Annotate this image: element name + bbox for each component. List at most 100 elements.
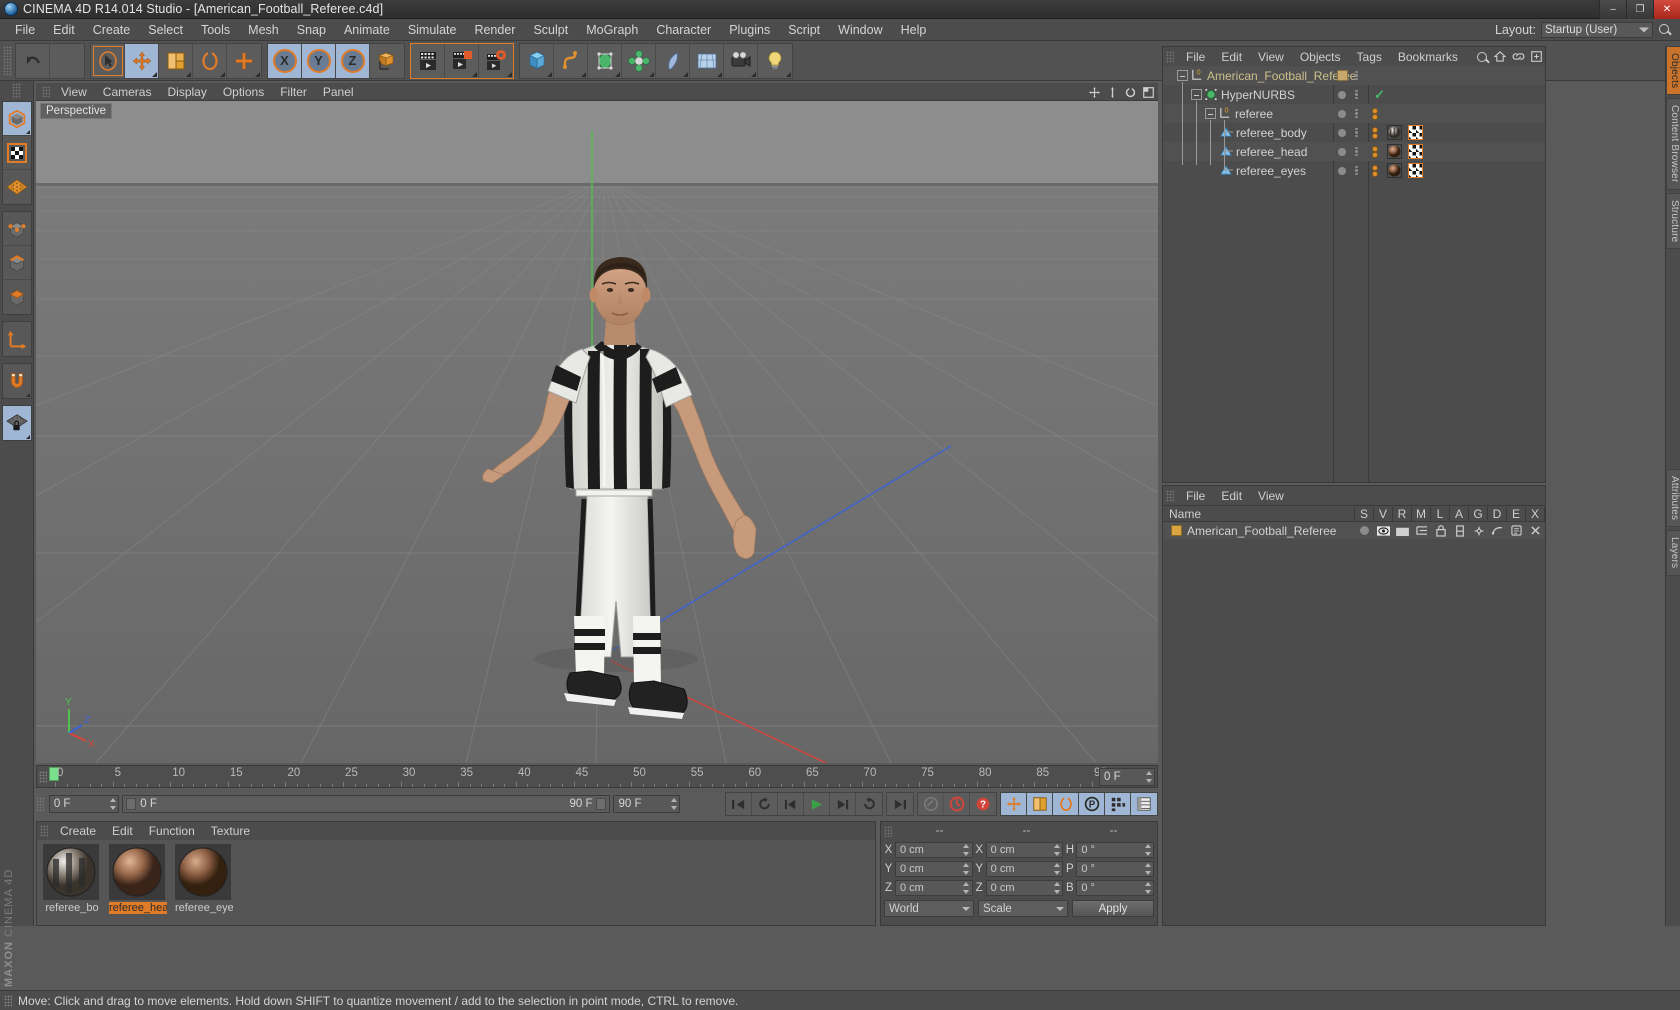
layer-column-a[interactable]: A — [1450, 506, 1469, 521]
key-scale-icon[interactable] — [1027, 793, 1053, 815]
material-thumbnail[interactable] — [175, 844, 231, 900]
layer-menu-edit[interactable]: Edit — [1213, 488, 1250, 504]
dock-tab-objects[interactable]: Objects — [1666, 46, 1680, 96]
layer-column-m[interactable]: M — [1412, 506, 1431, 521]
object-dots-icon[interactable] — [1355, 108, 1358, 119]
rotation-h-field[interactable]: 0 ° — [1076, 841, 1155, 858]
workplane-lock-icon[interactable] — [2, 406, 31, 440]
menu-animate[interactable]: Animate — [335, 21, 399, 39]
layer-solo-cell[interactable] — [1355, 526, 1374, 535]
max-frame-field[interactable]: 90 F — [613, 795, 680, 813]
viewport-menu-filter[interactable]: Filter — [272, 84, 315, 100]
uvw-tag-icon[interactable] — [1408, 163, 1423, 178]
object-tag-dots-icon[interactable] — [1372, 164, 1378, 177]
render-view-icon[interactable] — [411, 43, 445, 78]
viewport-menu-cameras[interactable]: Cameras — [95, 84, 160, 100]
expander-minus-icon[interactable] — [1205, 108, 1216, 119]
pan-view-icon[interactable] — [1089, 86, 1100, 98]
object-visibility-dot[interactable] — [1338, 90, 1346, 99]
material-menu-create[interactable]: Create — [52, 823, 104, 839]
viewport-menu-view[interactable]: View — [53, 84, 95, 100]
model-mode-icon[interactable] — [2, 102, 31, 136]
maximize-view-icon[interactable] — [1143, 86, 1154, 98]
material-menu-function[interactable]: Function — [141, 823, 203, 839]
points-mode-icon[interactable] — [2, 212, 31, 246]
object-row[interactable]: HyperNURBS ✓ — [1163, 85, 1545, 104]
key-position-icon[interactable] — [1001, 793, 1027, 815]
move-icon[interactable] — [125, 43, 159, 78]
material-thumbnail[interactable] — [109, 844, 165, 900]
timeline-grip[interactable] — [39, 771, 47, 783]
axis-z-icon[interactable]: Z — [336, 43, 370, 78]
object-tag-dots-icon[interactable] — [1372, 145, 1378, 158]
menu-character[interactable]: Character — [647, 21, 720, 39]
material-menu-texture[interactable]: Texture — [203, 823, 258, 839]
camera-icon[interactable] — [724, 43, 758, 78]
menu-simulate[interactable]: Simulate — [399, 21, 466, 39]
material-swatch[interactable]: referee_bo — [43, 844, 101, 925]
floor-environment-icon[interactable] — [690, 43, 724, 78]
link-icon[interactable] — [1512, 52, 1525, 61]
apply-button[interactable]: Apply — [1072, 900, 1154, 917]
object-visibility-dot[interactable] — [1338, 147, 1346, 156]
object-menu-tags[interactable]: Tags — [1349, 49, 1390, 65]
max-frame-stepper[interactable] — [670, 798, 677, 810]
expand-icon[interactable] — [1531, 51, 1542, 62]
dock-tab-layers[interactable]: Layers — [1666, 530, 1680, 576]
bend-deformer-icon[interactable] — [656, 43, 690, 78]
light-icon[interactable] — [758, 43, 792, 78]
rotation-p-field[interactable]: 0 ° — [1076, 860, 1155, 877]
axis-world-icon[interactable] — [2, 322, 31, 356]
perspective-viewport[interactable]: Y Z X — [36, 101, 1158, 763]
object-menu-file[interactable]: File — [1178, 49, 1213, 65]
timeline-frame-field[interactable]: 0 F — [1099, 768, 1155, 786]
close-button[interactable]: ✕ — [1653, 0, 1680, 19]
play-reverse-loop-icon[interactable] — [752, 793, 778, 815]
object-row[interactable]: 0 American_Football_Referee — [1163, 66, 1545, 85]
layer-render-cell[interactable] — [1393, 525, 1412, 536]
material-thumbnail[interactable] — [43, 844, 99, 900]
object-tree[interactable]: 0 American_Football_Referee HyperNURBS ✓ — [1163, 66, 1545, 482]
layer-visible-cell[interactable] — [1374, 525, 1393, 536]
search-icon[interactable] — [1476, 51, 1488, 63]
menu-render[interactable]: Render — [465, 21, 524, 39]
array-generator-icon[interactable] — [622, 43, 656, 78]
keyframe-selection-icon[interactable]: ? — [970, 793, 996, 815]
layer-column-x[interactable]: X — [1526, 506, 1545, 521]
layer-color-swatch[interactable] — [1171, 525, 1182, 536]
transform-mode-dropdown[interactable]: Scale — [978, 900, 1068, 917]
rotation-b-stepper[interactable] — [1144, 881, 1151, 894]
layer-column-v[interactable]: V — [1374, 506, 1393, 521]
layer-column-l[interactable]: L — [1431, 506, 1450, 521]
axis-y-icon[interactable]: Y — [302, 43, 336, 78]
object-dots-icon[interactable] — [1355, 70, 1358, 81]
magnet-snap-icon[interactable] — [2, 364, 31, 398]
position-x-stepper[interactable] — [963, 843, 970, 856]
texture-mode-icon[interactable] — [2, 136, 31, 170]
timeline-frame-stepper[interactable] — [1145, 771, 1152, 783]
viewport-menu-panel[interactable]: Panel — [315, 84, 362, 100]
object-dots-icon[interactable] — [1355, 165, 1358, 176]
coordinate-system-dropdown[interactable]: World — [884, 900, 974, 917]
preview-range-slider[interactable]: 0 F 90 F — [122, 795, 611, 813]
object-row[interactable]: 0 referee — [1163, 104, 1545, 123]
loop-icon[interactable] — [856, 793, 882, 815]
layer-xpresso-cell[interactable] — [1526, 525, 1545, 536]
render-settings-icon[interactable] — [479, 43, 513, 78]
uvw-tag-icon[interactable] — [1408, 144, 1423, 159]
size-x-stepper[interactable] — [1053, 843, 1060, 856]
dock-tab-structure[interactable]: Structure — [1666, 192, 1680, 250]
polygons-mode-icon[interactable] — [2, 280, 31, 314]
object-visibility-dot[interactable] — [1338, 166, 1346, 175]
expander-minus-icon[interactable] — [1177, 70, 1188, 81]
menu-window[interactable]: Window — [829, 21, 891, 39]
rotate-icon[interactable] — [193, 43, 227, 78]
current-frame-stepper[interactable] — [109, 798, 116, 810]
layer-lock-cell[interactable] — [1431, 524, 1450, 537]
viewport-menu-display[interactable]: Display — [159, 84, 214, 100]
menu-file[interactable]: File — [6, 21, 44, 39]
menu-help[interactable]: Help — [892, 21, 936, 39]
range-start-handle[interactable] — [126, 798, 137, 810]
layer-column-s[interactable]: S — [1355, 506, 1374, 521]
layer-row[interactable]: American_Football_Referee — [1163, 522, 1545, 539]
